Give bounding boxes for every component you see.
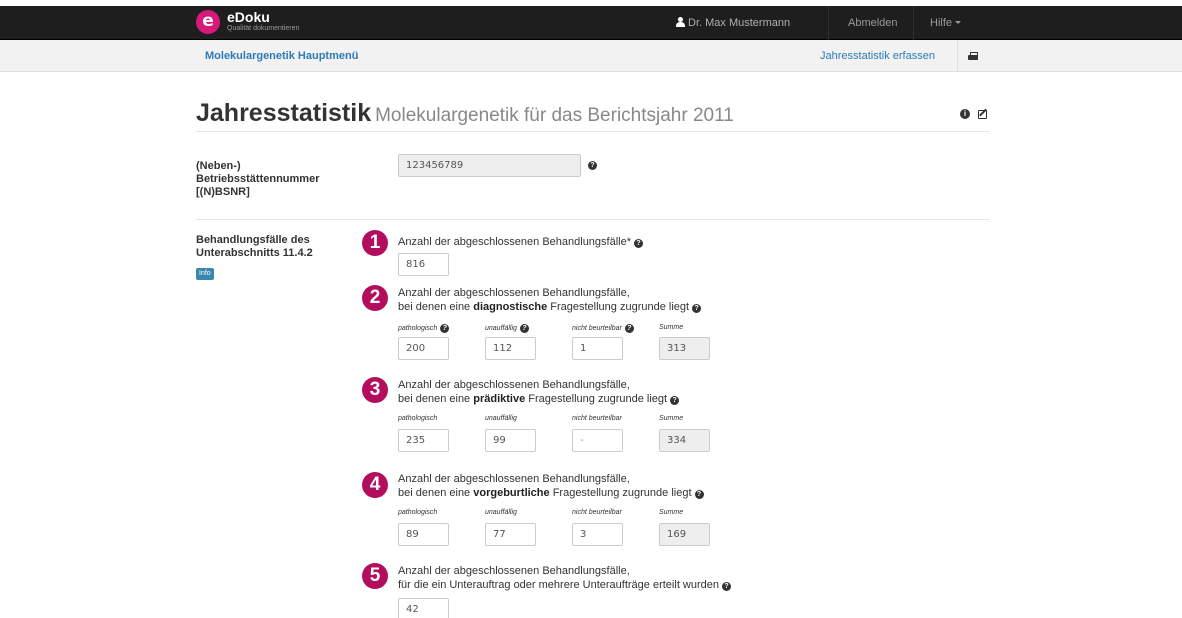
help-icon[interactable]: ? bbox=[519, 324, 529, 333]
chevron-down-icon bbox=[955, 21, 962, 24]
question-5-text: Anzahl der abgeschlossenen Behandlungsfä… bbox=[398, 564, 732, 592]
q4-summe-field: 169 bbox=[659, 523, 710, 546]
help-icon[interactable]: ? bbox=[440, 324, 450, 333]
print-icon[interactable] bbox=[968, 52, 978, 61]
sublabel-summe: Summe bbox=[659, 415, 684, 422]
help-label: Hilfe bbox=[930, 17, 953, 29]
sublabel-pathologisch: pathologisch bbox=[398, 509, 438, 516]
sublabel-unauffaellig: unauffällig bbox=[485, 509, 517, 516]
help-icon[interactable]: ? bbox=[722, 582, 732, 591]
q5-subcontract-input[interactable]: 42 bbox=[398, 598, 449, 618]
sublabel-nicht-beurteilbar: nicht beurteilbar bbox=[572, 509, 622, 516]
page-title-main: Jahresstatistik bbox=[196, 99, 372, 127]
help-icon[interactable]: ? bbox=[634, 239, 644, 248]
info-badge[interactable]: Info bbox=[196, 268, 214, 280]
q4-nicht-beurteilbar-input[interactable]: 3 bbox=[572, 523, 623, 546]
sublabel-pathologisch: pathologisch? bbox=[398, 324, 450, 333]
step-number-2: 2 bbox=[362, 285, 388, 311]
bsnr-field[interactable]: 123456789 bbox=[398, 154, 581, 177]
q3-unauffaellig-input[interactable]: 99 bbox=[485, 429, 536, 452]
help-icon[interactable]: ? bbox=[670, 396, 680, 405]
user-menu[interactable]: Dr. Max Mustermann bbox=[676, 6, 790, 40]
bsnr-label: (Neben-) Betriebsstättennummer [(N)BSNR] bbox=[196, 160, 320, 198]
step-number-5: 5 bbox=[362, 563, 388, 589]
user-icon bbox=[676, 17, 685, 27]
page-title: Jahresstatistik Molekulargenetik für das … bbox=[196, 99, 734, 128]
sublabel-nicht-beurteilbar: nicht beurteilbar? bbox=[572, 324, 634, 333]
question-2-text: Anzahl der abgeschlossenen Behandlungsfä… bbox=[398, 286, 702, 314]
q1-cases-input[interactable]: 816 bbox=[398, 253, 449, 276]
step-number-3: 3 bbox=[362, 377, 388, 403]
sublabel-summe: Summe bbox=[659, 509, 684, 516]
main-menu-link[interactable]: Molekulargenetik Hauptmenü bbox=[205, 40, 358, 72]
top-navbar: e eDoku Qualität dokumentieren Dr. Max M… bbox=[0, 6, 1182, 40]
page-title-subtitle: Molekulargenetik für das Berichtsjahr 20… bbox=[375, 105, 734, 126]
help-icon[interactable]: ? bbox=[588, 161, 597, 170]
step-number-1: 1 bbox=[362, 230, 388, 256]
q4-unauffaellig-input[interactable]: 77 bbox=[485, 523, 536, 546]
logout-link[interactable]: Abmelden bbox=[848, 6, 898, 40]
step-number-4: 4 bbox=[362, 472, 388, 498]
question-1-text: Anzahl der abgeschlossenen Behandlungsfä… bbox=[398, 235, 644, 249]
edit-icon[interactable] bbox=[978, 108, 989, 119]
q2-pathologisch-input[interactable]: 200 bbox=[398, 337, 449, 360]
question-4-text: Anzahl der abgeschlossenen Behandlungsfä… bbox=[398, 472, 704, 500]
sublabel-unauffaellig: unauffällig bbox=[485, 415, 517, 422]
sublabel-summe: Summe bbox=[659, 324, 684, 331]
q2-summe-field: 313 bbox=[659, 337, 710, 360]
help-dropdown[interactable]: Hilfe bbox=[930, 6, 962, 40]
cases-section-label: Behandlungsfälle des Unterabschnitts 11.… bbox=[196, 234, 313, 259]
edoku-logo-icon: e bbox=[196, 10, 220, 34]
divider bbox=[196, 131, 990, 132]
q3-summe-field: 334 bbox=[659, 429, 710, 452]
brand-tagline: Qualität dokumentieren bbox=[227, 25, 300, 32]
sublabel-nicht-beurteilbar: nicht beurteilbar bbox=[572, 415, 622, 422]
sublabel-unauffaellig: unauffällig? bbox=[485, 324, 529, 333]
question-3-text: Anzahl der abgeschlossenen Behandlungsfä… bbox=[398, 378, 680, 406]
q2-unauffaellig-input[interactable]: 112 bbox=[485, 337, 536, 360]
sublabel-pathologisch: pathologisch bbox=[398, 415, 438, 422]
help-icon[interactable]: ? bbox=[624, 324, 634, 333]
brand-name: eDoku bbox=[227, 9, 270, 25]
q3-pathologisch-input[interactable]: 235 bbox=[398, 429, 449, 452]
help-icon[interactable]: ? bbox=[692, 304, 702, 313]
divider bbox=[196, 219, 990, 220]
help-icon[interactable]: ? bbox=[694, 490, 704, 499]
capture-statistics-link[interactable]: Jahresstatistik erfassen bbox=[820, 40, 935, 72]
q4-pathologisch-input[interactable]: 89 bbox=[398, 523, 449, 546]
user-name: Dr. Max Mustermann bbox=[688, 17, 791, 29]
q2-nicht-beurteilbar-input[interactable]: 1 bbox=[572, 337, 623, 360]
q3-nicht-beurteilbar-input[interactable]: - bbox=[572, 429, 623, 452]
info-icon[interactable]: i bbox=[960, 109, 970, 119]
sub-navbar: Molekulargenetik Hauptmenü Jahresstatist… bbox=[0, 40, 1182, 72]
